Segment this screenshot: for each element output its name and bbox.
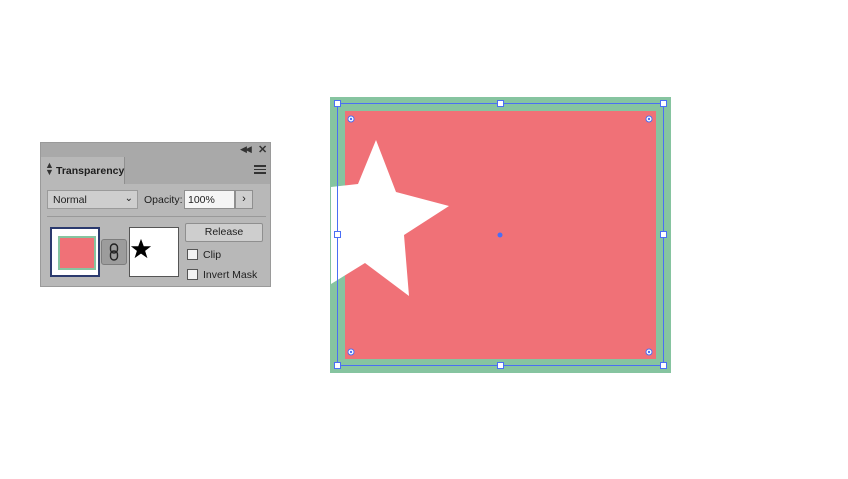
handle-top-middle [497,100,504,107]
handle-top-right [660,100,667,107]
center-point[interactable] [497,232,503,238]
handle-middle-right [660,231,667,238]
handle-bottom-right [660,362,667,369]
handle-middle-left [334,231,341,238]
handle-bottom-left [334,362,341,369]
handle-bottom-middle [497,362,504,369]
handle-top-left [334,100,341,107]
canvas [330,97,671,373]
